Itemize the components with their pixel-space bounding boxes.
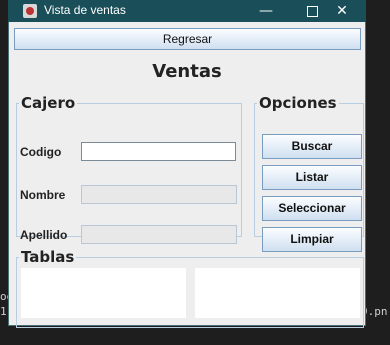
title-bar[interactable]: Vista de ventas — ✕ [8,0,366,22]
ventas-window: Vista de ventas — ✕ Regresar Ventas Caje… [8,0,366,328]
opciones-panel: Opciones Buscar Listar Seleccionar Limpi… [254,94,364,252]
opciones-legend: Opciones [259,94,337,112]
listar-button[interactable]: Listar [262,165,362,190]
minimize-button[interactable]: — [244,0,288,22]
apellido-label: Apellido [20,228,68,242]
codigo-label: Codigo [20,145,62,159]
table-right[interactable] [195,268,360,318]
buscar-button[interactable]: Buscar [262,134,362,159]
table-left[interactable] [21,268,186,318]
seleccionar-button[interactable]: Seleccionar [262,196,362,221]
close-button[interactable]: ✕ [320,0,364,22]
codigo-input[interactable] [81,142,236,161]
regresar-button[interactable]: Regresar [14,28,361,50]
cajero-panel: Cajero Codigo Nombre Apellido [16,94,242,244]
java-app-icon [23,4,37,18]
apellido-input[interactable] [81,225,237,244]
nombre-label: Nombre [20,188,66,202]
window-content: Regresar Ventas Cajero Codigo Nombre Ape… [8,22,366,328]
page-title: Ventas [152,61,222,82]
window-title: Vista de ventas [44,3,126,17]
maximize-icon [306,6,318,17]
tablas-legend: Tablas [21,248,75,266]
cajero-legend: Cajero [21,94,76,112]
tablas-panel: Tablas [16,248,364,328]
nombre-input[interactable] [81,185,237,204]
